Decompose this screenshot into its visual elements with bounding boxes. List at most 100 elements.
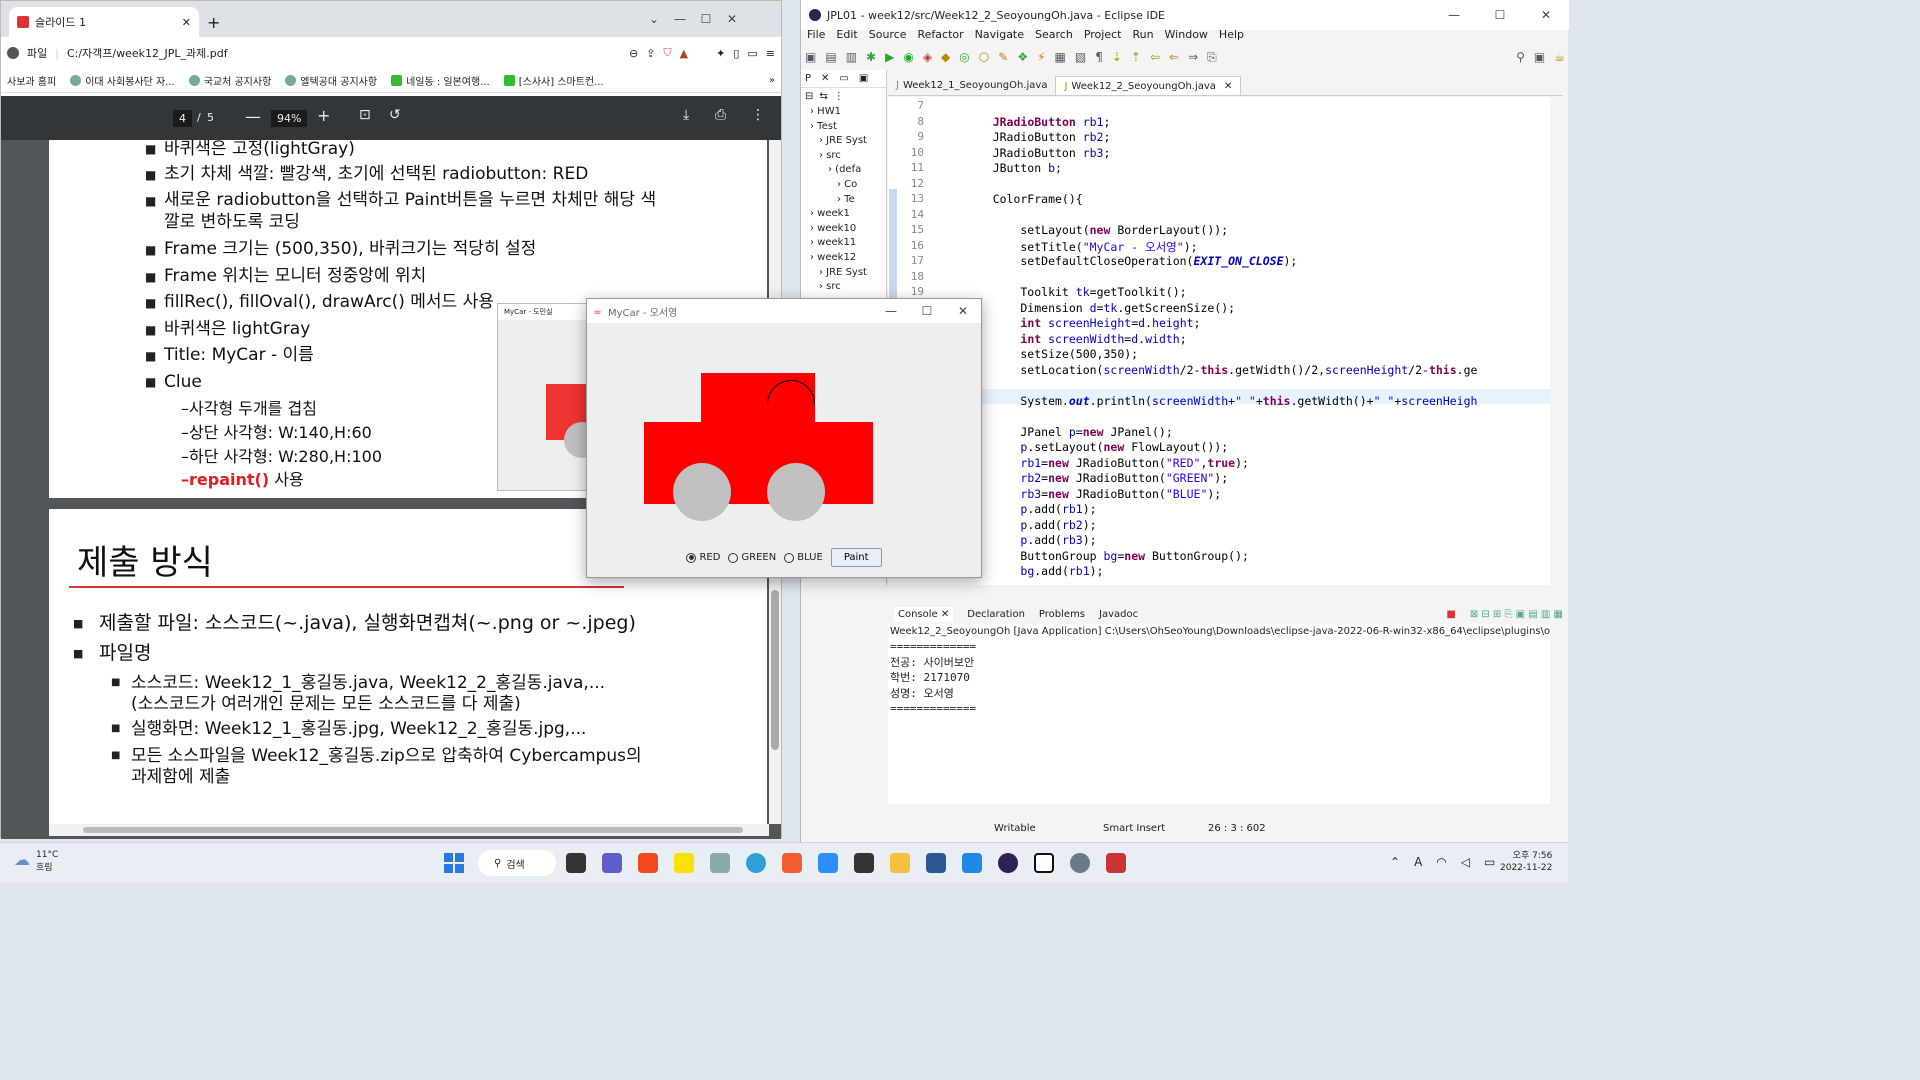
new-class-icon[interactable]: ◎ <box>959 50 969 64</box>
clock[interactable]: 오후 7:56 2022-11-22 <box>1500 850 1552 874</box>
radio-blue[interactable]: BLUE <box>784 552 823 563</box>
address-input[interactable]: C:/자객프/week12_JPL_과제.pdf <box>67 45 621 61</box>
share-icon[interactable]: ⇪ <box>646 47 655 60</box>
close-button[interactable]: ✕ <box>1523 5 1569 25</box>
search-tool-icon[interactable]: ✎ <box>998 50 1008 64</box>
open-perspective-icon[interactable]: ▣ <box>1534 50 1545 64</box>
tab-declaration[interactable]: Declaration <box>967 609 1025 620</box>
run-icon[interactable]: ▶ <box>885 50 894 64</box>
bookmark-item[interactable]: 네일동 : 일본여행... <box>391 73 490 88</box>
print-icon[interactable]: ⎙ <box>715 107 726 123</box>
page-number-input[interactable]: 4 <box>173 110 192 127</box>
menu-edit[interactable]: Edit <box>836 28 857 44</box>
bookmark-item[interactable]: 이대 사회봉사단 자... <box>70 73 175 88</box>
maximize-button[interactable]: ☐ <box>909 301 945 321</box>
extensions-icon[interactable]: ✦ <box>716 47 725 60</box>
bookmark-item[interactable]: 국교처 공지사항 <box>188 73 271 88</box>
menu-window[interactable]: Window <box>1165 28 1208 44</box>
terminate-icon[interactable]: ■ <box>1446 609 1455 620</box>
link-editor-icon[interactable]: ⇆ <box>819 91 827 102</box>
menu-run[interactable]: Run <box>1132 28 1153 44</box>
zoom-input[interactable]: 94% <box>271 110 308 127</box>
minimize-button[interactable]: — <box>873 301 909 321</box>
tree-item[interactable]: › src <box>801 149 886 164</box>
close-tab-icon[interactable]: ✕ <box>182 16 191 29</box>
vscode-icon[interactable] <box>962 853 982 873</box>
minimize-icon[interactable]: ▭ <box>839 73 848 84</box>
block-icon[interactable]: ▧ <box>1075 50 1086 64</box>
tree-item[interactable]: › week1 <box>801 207 886 222</box>
start-button[interactable] <box>444 853 464 873</box>
zoom-icon[interactable]: ⊖ <box>629 47 638 60</box>
toggle-icon[interactable]: ▦ <box>1055 50 1066 64</box>
wallet-icon[interactable]: ▭ <box>747 47 757 60</box>
brave-shield-icon[interactable]: ⛉ <box>663 46 671 60</box>
zoom-in-button[interactable]: + <box>317 106 330 125</box>
code-editor[interactable]: 7 8 JRadioButton rb1; 9 JRadioButton rb2; 1… <box>888 97 1550 585</box>
java-app-icon[interactable] <box>1106 853 1126 873</box>
volume-icon[interactable]: ◁ <box>1461 855 1470 869</box>
fit-page-icon[interactable]: ⊡ <box>359 107 371 123</box>
menu-search[interactable]: Search <box>1035 28 1073 44</box>
chevron-up-icon[interactable]: ⌃ <box>1390 855 1400 869</box>
tree-item[interactable]: › JRE Syst <box>801 134 886 149</box>
zoom-app-icon[interactable] <box>818 853 838 873</box>
task-view-icon[interactable] <box>566 853 586 873</box>
prev-annotation-icon[interactable]: ⇡ <box>1131 50 1141 64</box>
tree-item[interactable]: › src <box>801 280 886 295</box>
tab-console[interactable]: Console ✕ <box>894 606 954 622</box>
save-all-icon[interactable]: ▥ <box>846 50 857 64</box>
teams-icon[interactable] <box>602 853 622 873</box>
tree-item[interactable]: › week11 <box>801 236 886 251</box>
rotate-icon[interactable]: ↺ <box>389 107 401 123</box>
close-tab-icon[interactable]: ✕ <box>1224 81 1232 92</box>
search-icon[interactable]: ⚲ <box>1516 50 1525 64</box>
maximize-button[interactable]: ☐ <box>693 9 719 29</box>
perspective-icon[interactable]: ⎘ <box>1207 50 1217 65</box>
new-tab-button[interactable]: + <box>207 13 220 32</box>
download-icon[interactable]: ⤓ <box>683 107 689 123</box>
paint-button[interactable]: Paint <box>830 548 882 567</box>
tree-item[interactable]: › Test <box>801 120 886 135</box>
highlight-icon[interactable]: ⚡ <box>1037 50 1045 64</box>
more-icon[interactable]: ⋮ <box>751 107 765 123</box>
menu-navigate[interactable]: Navigate <box>975 28 1024 44</box>
chevron-down-icon[interactable]: ⌄ <box>641 9 667 29</box>
save-icon[interactable]: ▤ <box>825 50 836 64</box>
zoom-out-button[interactable]: — <box>245 107 261 126</box>
file-explorer-icon[interactable] <box>890 853 910 873</box>
coverage-icon[interactable]: ◉ <box>903 50 913 64</box>
info-icon[interactable] <box>7 47 19 59</box>
radio-red[interactable]: RED <box>686 552 720 563</box>
package-explorer-tab[interactable]: P <box>805 73 811 84</box>
notion-icon[interactable] <box>1034 853 1054 873</box>
search-box[interactable]: ⚲ 검색 <box>478 850 556 876</box>
radio-green[interactable]: GREEN <box>728 552 776 563</box>
back-icon[interactable]: ⇐ <box>1169 50 1179 64</box>
settings-icon[interactable] <box>1070 853 1090 873</box>
console-toolbar-icons[interactable]: ⊠ ⊟ ⊞ ⎘ ▣ ▤ ▥ ▦ <box>1470 609 1563 620</box>
new-package-icon[interactable]: ◆ <box>941 50 950 64</box>
bookmark-item[interactable]: 사보과 홈피 <box>7 73 56 88</box>
external-tools-icon[interactable]: ◈ <box>923 50 932 64</box>
maximize-icon[interactable]: ▣ <box>859 73 868 84</box>
tree-item[interactable]: › (defa <box>801 163 886 178</box>
more-bookmarks-icon[interactable]: » <box>769 75 775 86</box>
tree-item[interactable]: › HW1 <box>801 105 886 120</box>
java-perspective-icon[interactable]: ☕ <box>1554 50 1565 64</box>
menu-project[interactable]: Project <box>1084 28 1122 44</box>
sticky-notes-icon[interactable] <box>854 853 874 873</box>
tab-javadoc[interactable]: Javadoc <box>1099 609 1138 620</box>
editor-tab-active[interactable]: J Week12_2_SeoyoungOh.java ✕ <box>1055 76 1242 95</box>
brave-rewards-icon[interactable]: ▲ <box>680 47 688 60</box>
tab-problems[interactable]: Problems <box>1039 609 1085 620</box>
bookmark-item[interactable]: [스사사] 스마트컨... <box>503 73 604 88</box>
word-icon[interactable] <box>926 853 946 873</box>
editor-tab[interactable]: J Week12_1_SeoyoungOh.java <box>888 76 1055 95</box>
settings-app-icon[interactable] <box>710 853 730 873</box>
sidebar-icon[interactable]: ▯ <box>733 47 739 60</box>
annotation-icon[interactable]: ❖ <box>1017 50 1028 64</box>
tree-item[interactable]: › JRE Syst <box>801 266 886 281</box>
bookmark-item[interactable]: 엘텍공대 공지사항 <box>285 73 377 88</box>
view-menu-icon[interactable]: ⋮ <box>834 91 844 102</box>
